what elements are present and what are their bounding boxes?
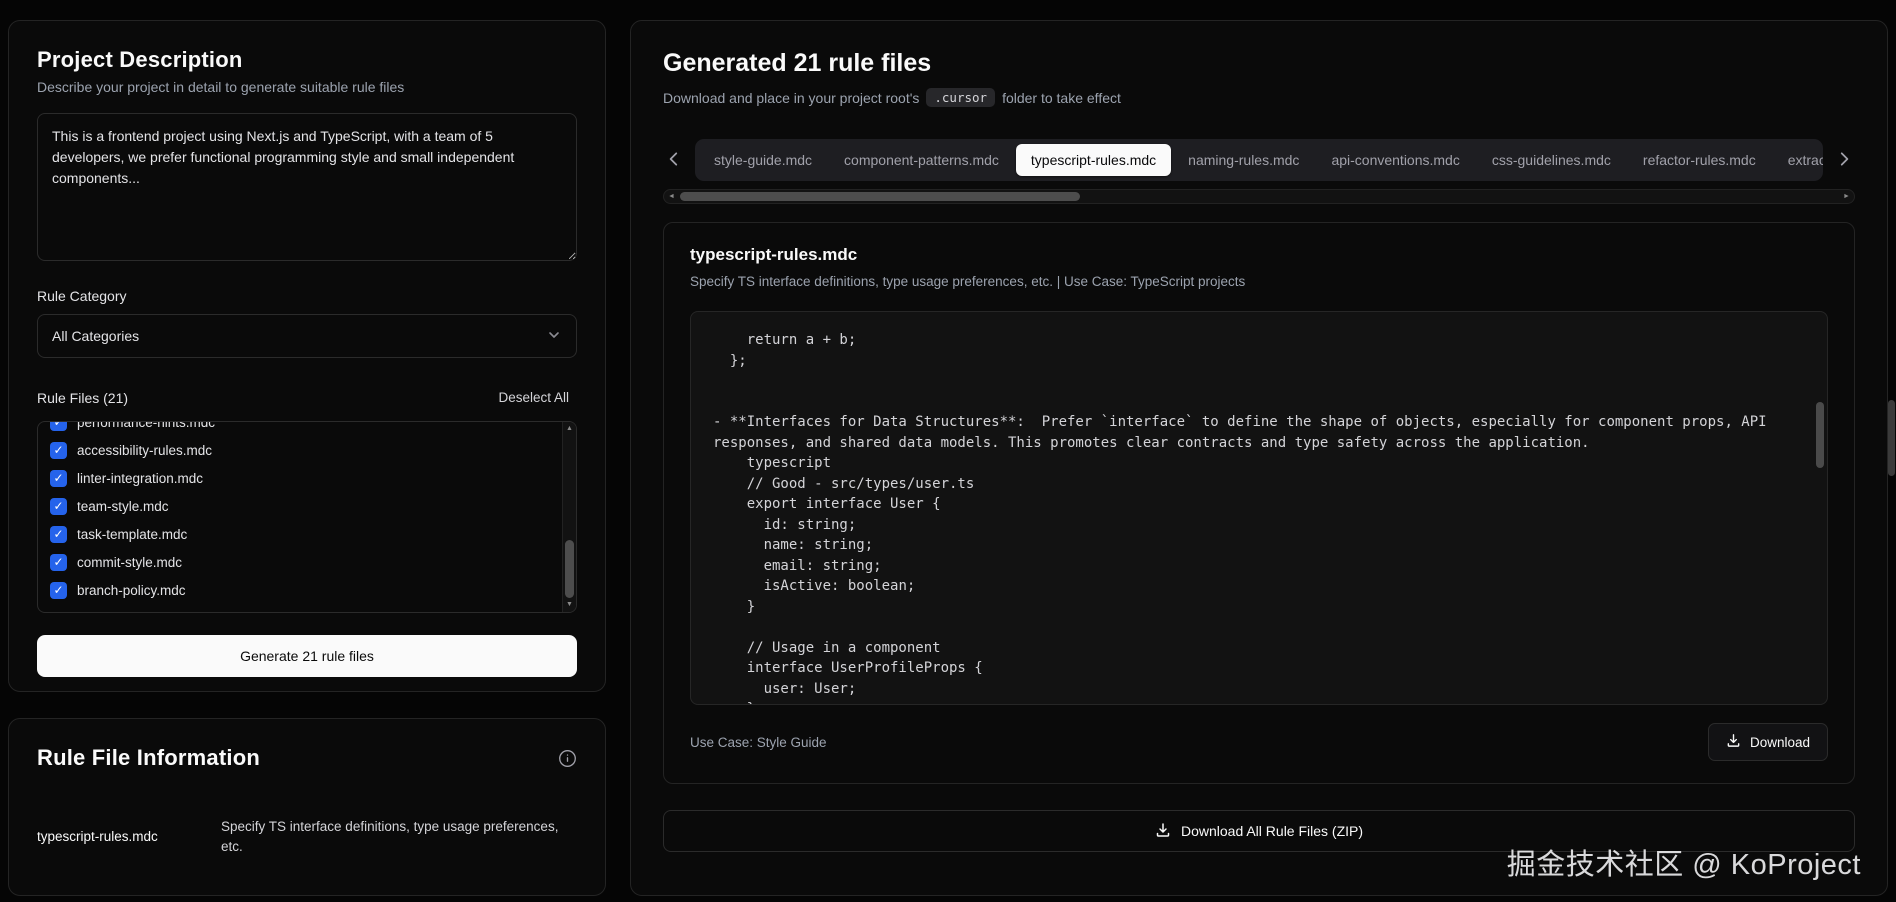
info-rows: typescript-rules.mdc Specify TS interface… bbox=[37, 801, 577, 856]
project-description-card: Project Description Describe your projec… bbox=[8, 20, 606, 692]
chevron-right-icon bbox=[1835, 150, 1853, 171]
rule-file-label: branch-policy.mdc bbox=[77, 583, 186, 598]
rule-files-count-label: Rule Files (21) bbox=[37, 390, 128, 406]
use-case-label: Use Case: Style Guide bbox=[690, 735, 827, 750]
tab-extract-patterns-mdc[interactable]: extract-patterns.mdc bbox=[1773, 144, 1823, 176]
rule-file-item[interactable]: ✓ accessibility-rules.mdc bbox=[50, 436, 576, 464]
subtitle-prefix: Download and place in your project root'… bbox=[663, 90, 919, 106]
page-scrollbar-thumb[interactable] bbox=[1888, 400, 1895, 476]
preview-file-name: typescript-rules.mdc bbox=[690, 245, 1828, 265]
checkbox-checked-icon[interactable]: ✓ bbox=[50, 470, 67, 487]
rule-file-information-title: Rule File Information bbox=[37, 745, 260, 771]
checkbox-checked-icon[interactable]: ✓ bbox=[50, 421, 67, 431]
tab-typescript-rules-mdc[interactable]: typescript-rules.mdc bbox=[1016, 144, 1171, 176]
checkbox-checked-icon[interactable]: ✓ bbox=[50, 442, 67, 459]
rule-file-label: team-style.mdc bbox=[77, 499, 169, 514]
project-description-title: Project Description bbox=[37, 47, 577, 73]
generated-files-title: Generated 21 rule files bbox=[663, 49, 1855, 78]
generated-files-subtitle: Download and place in your project root'… bbox=[663, 88, 1855, 107]
left-column: Project Description Describe your projec… bbox=[8, 20, 606, 896]
rule-category-select[interactable]: All Categories bbox=[37, 314, 577, 358]
checkbox-checked-icon[interactable]: ✓ bbox=[50, 498, 67, 515]
generate-button[interactable]: Generate 21 rule files bbox=[37, 635, 577, 677]
download-button-label: Download bbox=[1750, 735, 1810, 750]
rule-file-item[interactable]: ✓ commit-style.mdc bbox=[50, 548, 576, 576]
rule-file-label: commit-style.mdc bbox=[77, 555, 182, 570]
chevron-left-icon bbox=[665, 150, 683, 171]
generated-files-card: Generated 21 rule files Download and pla… bbox=[630, 20, 1888, 896]
tab-strip: style-guide.mdccomponent-patterns.mdctyp… bbox=[695, 139, 1823, 181]
tab-style-guide-mdc[interactable]: style-guide.mdc bbox=[699, 144, 827, 176]
checkbox-checked-icon[interactable]: ✓ bbox=[50, 582, 67, 599]
tabs-horizontal-scrollbar[interactable]: ◄ ► bbox=[663, 189, 1855, 204]
rule-category-label: Rule Category bbox=[37, 288, 577, 304]
tabs-scrollbar-thumb[interactable] bbox=[680, 192, 1080, 201]
scroll-up-arrow-icon[interactable]: ▲ bbox=[563, 422, 576, 436]
code-block[interactable]: return a + b; }; - **Interfaces for Data… bbox=[690, 311, 1828, 705]
code-scrollbar-thumb[interactable] bbox=[1816, 402, 1824, 468]
scroll-right-arrow-icon[interactable]: ► bbox=[1839, 190, 1854, 203]
tab-refactor-rules-mdc[interactable]: refactor-rules.mdc bbox=[1628, 144, 1771, 176]
preview-footer: Use Case: Style Guide Download bbox=[690, 723, 1828, 761]
download-icon bbox=[1155, 822, 1171, 841]
rule-file-label: task-template.mdc bbox=[77, 527, 187, 542]
tab-naming-rules-mdc[interactable]: naming-rules.mdc bbox=[1173, 144, 1314, 176]
download-all-label: Download All Rule Files (ZIP) bbox=[1181, 823, 1363, 839]
checkbox-checked-icon[interactable]: ✓ bbox=[50, 554, 67, 571]
subtitle-suffix: folder to take effect bbox=[1002, 90, 1121, 106]
tabs-scroll-left-button[interactable] bbox=[663, 148, 685, 173]
tab-api-conventions-mdc[interactable]: api-conventions.mdc bbox=[1316, 144, 1474, 176]
rule-category-selected-value: All Categories bbox=[52, 328, 139, 344]
scroll-down-arrow-icon[interactable]: ▼ bbox=[563, 598, 576, 612]
rule-file-item[interactable]: ✓ team-style.mdc bbox=[50, 492, 576, 520]
preview-file-description: Specify TS interface definitions, type u… bbox=[690, 274, 1828, 289]
file-tabs-row: style-guide.mdccomponent-patterns.mdctyp… bbox=[663, 139, 1855, 181]
app-root: Project Description Describe your projec… bbox=[0, 0, 1896, 902]
tabs-scroll-right-button[interactable] bbox=[1833, 148, 1855, 173]
checkbox-checked-icon[interactable]: ✓ bbox=[50, 526, 67, 543]
rule-file-item[interactable]: ✓ branch-policy.mdc bbox=[50, 576, 576, 604]
rule-list-scrollbar-thumb[interactable] bbox=[565, 540, 574, 598]
project-description-input[interactable]: This is a frontend project using Next.js… bbox=[37, 113, 577, 261]
tab-css-guidelines-mdc[interactable]: css-guidelines.mdc bbox=[1477, 144, 1626, 176]
code-content: return a + b; }; - **Interfaces for Data… bbox=[713, 330, 1805, 705]
rule-file-item[interactable]: ✓ linter-integration.mdc bbox=[50, 464, 576, 492]
scroll-left-arrow-icon[interactable]: ◄ bbox=[664, 190, 679, 203]
project-description-subtitle: Describe your project in detail to gener… bbox=[37, 79, 577, 95]
cursor-folder-chip: .cursor bbox=[926, 88, 995, 107]
tab-component-patterns-mdc[interactable]: component-patterns.mdc bbox=[829, 144, 1014, 176]
rule-file-list-items: ✓ performance-hints.mdc ✓ accessibility-rul… bbox=[38, 421, 576, 604]
info-file-description: Specify TS interface definitions, type u… bbox=[221, 817, 577, 856]
rule-list-scrollbar[interactable]: ▲ ▼ bbox=[562, 422, 576, 612]
info-icon[interactable] bbox=[558, 749, 577, 768]
rule-file-item[interactable]: ✓ task-template.mdc bbox=[50, 520, 576, 548]
rule-file-label: performance-hints.mdc bbox=[77, 421, 215, 430]
right-column: Generated 21 rule files Download and pla… bbox=[630, 20, 1888, 896]
info-file-name: typescript-rules.mdc bbox=[37, 829, 197, 844]
rule-file-label: accessibility-rules.mdc bbox=[77, 443, 212, 458]
info-row: typescript-rules.mdc Specify TS interface… bbox=[37, 801, 577, 856]
download-all-button[interactable]: Download All Rule Files (ZIP) bbox=[663, 810, 1855, 852]
file-preview-panel: typescript-rules.mdc Specify TS interfac… bbox=[663, 222, 1855, 784]
download-icon bbox=[1726, 733, 1741, 751]
rule-files-header: Rule Files (21) Deselect All bbox=[37, 384, 577, 411]
chevron-down-icon bbox=[546, 327, 562, 346]
rule-file-list: ✓ performance-hints.mdc ✓ accessibility-rul… bbox=[37, 421, 577, 613]
deselect-all-button[interactable]: Deselect All bbox=[490, 384, 577, 411]
rule-file-item[interactable]: ✓ performance-hints.mdc bbox=[50, 421, 576, 436]
rule-file-label: linter-integration.mdc bbox=[77, 471, 203, 486]
rule-file-information-card: Rule File Information typescript-rules.m… bbox=[8, 718, 606, 896]
rule-file-information-header: Rule File Information bbox=[37, 745, 577, 771]
download-button[interactable]: Download bbox=[1708, 723, 1828, 761]
